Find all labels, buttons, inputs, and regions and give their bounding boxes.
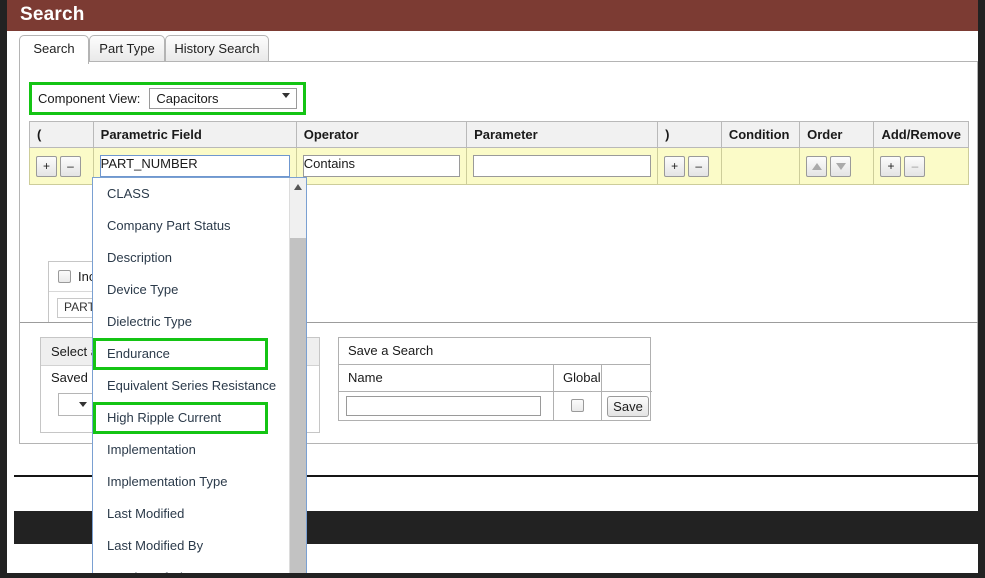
column-header-parameter: Parameter: [467, 122, 658, 148]
dropdown-option[interactable]: Dielectric Type: [93, 306, 292, 338]
cell-close-paren: +–: [658, 148, 722, 185]
include-checkbox[interactable]: [58, 270, 71, 283]
column-header-operator: Operator: [296, 122, 466, 148]
chevron-down-icon: [79, 402, 87, 407]
save-search-title: Save a Search: [339, 338, 650, 365]
triangle-up-icon: [812, 163, 822, 170]
cell-operator: Contains: [296, 148, 466, 185]
table-header-row: ( Parametric Field Operator Parameter ) …: [30, 122, 969, 148]
open-paren-remove-button[interactable]: –: [60, 156, 81, 177]
tab-search[interactable]: Search: [19, 35, 89, 64]
operator-select[interactable]: Contains: [303, 155, 460, 177]
chevron-down-icon: [282, 93, 290, 98]
tab-strip: Search Part Type History Search: [7, 31, 978, 63]
row-remove-button[interactable]: –: [904, 156, 925, 177]
cell-condition: [721, 148, 799, 185]
order-up-button[interactable]: [806, 156, 827, 177]
dropdown-option[interactable]: Device Type: [93, 274, 292, 306]
title-bar: Search: [7, 0, 978, 31]
dropdown-option[interactable]: Number of Pins: [93, 562, 292, 578]
order-down-button[interactable]: [830, 156, 851, 177]
column-header-condition: Condition: [721, 122, 799, 148]
save-search-panel: Save a Search Name Global Save: [338, 337, 651, 421]
dropdown-option[interactable]: Implementation: [93, 434, 292, 466]
cell-add-remove: +–: [874, 148, 969, 185]
column-header-add-remove: Add/Remove: [874, 122, 969, 148]
dropdown-option[interactable]: Endurance: [93, 338, 268, 370]
dropdown-option[interactable]: CLASS: [93, 178, 292, 210]
column-header-order: Order: [800, 122, 874, 148]
column-header-close-paren: ): [658, 122, 722, 148]
dropdown-option[interactable]: Description: [93, 242, 292, 274]
application-window: Search Search Part Type History Search C…: [0, 0, 985, 578]
close-paren-remove-button[interactable]: –: [688, 156, 709, 177]
tab-part-type[interactable]: Part Type: [89, 35, 165, 62]
parametric-field-option-list: CLASSCompany Part StatusDescriptionDevic…: [93, 178, 292, 578]
save-button[interactable]: Save: [607, 396, 649, 417]
close-paren-add-button[interactable]: +: [664, 156, 685, 177]
component-view-highlight: Component View: Capacitors: [29, 82, 306, 115]
row-add-button[interactable]: +: [880, 156, 901, 177]
component-view-select[interactable]: Capacitors: [149, 88, 297, 109]
parametric-field-select[interactable]: PART_NUMBER: [100, 155, 290, 177]
save-search-header-name: Name: [339, 365, 554, 392]
parametric-field-value: PART_NUMBER: [101, 156, 198, 171]
dropdown-option[interactable]: Last Modified: [93, 498, 292, 530]
scroll-up-arrow-icon[interactable]: [294, 184, 302, 190]
column-header-parametric-field: Parametric Field: [93, 122, 296, 148]
parametric-field-dropdown[interactable]: CLASSCompany Part StatusDescriptionDevic…: [92, 177, 307, 578]
component-view-label: Component View:: [38, 91, 140, 106]
tab-history-search[interactable]: History Search: [165, 35, 269, 62]
cell-order: [800, 148, 874, 185]
dropdown-option[interactable]: Equivalent Series Resistance: [93, 370, 292, 402]
save-search-header-action: [602, 365, 652, 392]
save-search-global-checkbox[interactable]: [571, 399, 584, 412]
save-search-action-cell: Save: [602, 392, 652, 421]
component-view-selected-value: Capacitors: [156, 91, 218, 106]
dropdown-option[interactable]: Last Modified By: [93, 530, 292, 562]
dropdown-option[interactable]: Implementation Type: [93, 466, 292, 498]
open-paren-add-button[interactable]: +: [36, 156, 57, 177]
dropdown-option[interactable]: High Ripple Current: [93, 402, 268, 434]
column-header-open-paren: (: [30, 122, 94, 148]
cell-open-paren: +–: [30, 148, 94, 185]
save-search-name-input[interactable]: [346, 396, 541, 416]
save-search-global-cell: [554, 392, 602, 421]
triangle-down-icon: [836, 163, 846, 170]
dropdown-scrollbar[interactable]: [289, 178, 306, 577]
dropdown-option[interactable]: Company Part Status: [93, 210, 292, 242]
cell-parameter: [467, 148, 658, 185]
operator-value: Contains: [304, 156, 355, 171]
parameter-input[interactable]: [473, 155, 651, 177]
search-criteria-table: ( Parametric Field Operator Parameter ) …: [29, 121, 969, 185]
scrollbar-thumb[interactable]: [290, 238, 306, 578]
save-search-name-cell: [339, 392, 554, 421]
save-search-header-global: Global: [554, 365, 602, 392]
page-title: Search: [20, 4, 85, 26]
